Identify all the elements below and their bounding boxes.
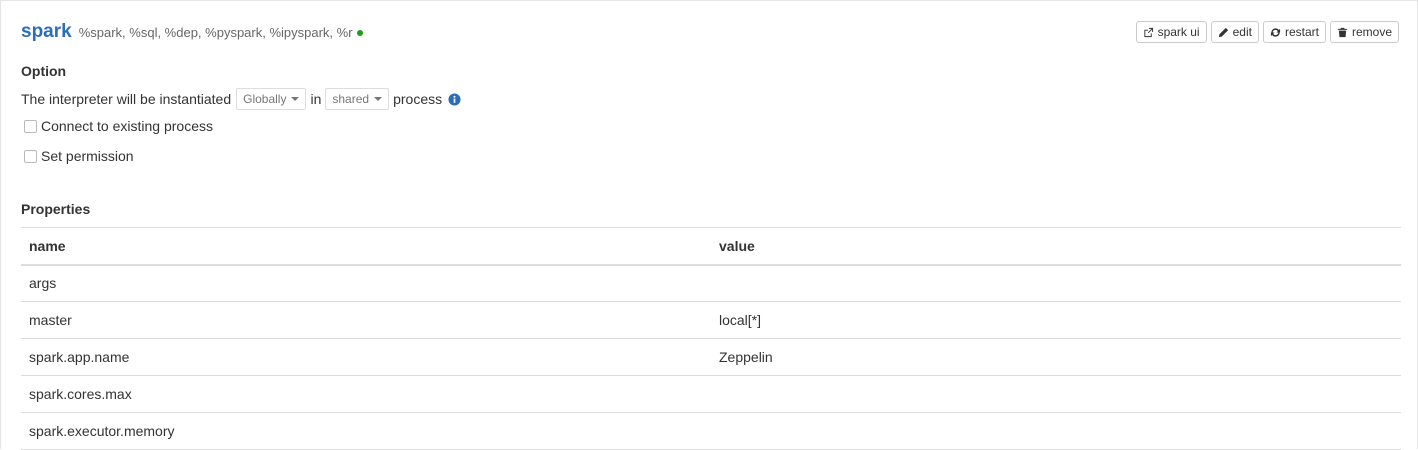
set-permission-option: Set permission [24,148,134,164]
property-name: master [21,301,711,339]
spark-ui-label: spark ui [1157,25,1200,39]
option-title: Option [21,63,67,79]
table-row: spark.executor.memory [21,412,1401,450]
process-mode-value: shared [332,92,370,106]
table-row: master local[*] [21,301,1401,339]
property-name: args [21,264,711,302]
property-value [711,412,1401,450]
restart-button[interactable]: restart [1262,21,1326,43]
trash-icon [1337,27,1348,37]
process-mode-dropdown[interactable]: shared [325,88,390,110]
process-text: process [393,91,443,107]
connect-existing-label: Connect to existing process [41,118,213,134]
column-header-value: value [711,227,1401,266]
connect-existing-option: Connect to existing process [24,118,213,134]
property-name: spark.app.name [21,338,711,376]
set-permission-label: Set permission [41,148,134,164]
table-header-row: name value [21,227,1401,266]
restart-label: restart [1284,25,1319,39]
edit-label: edit [1232,25,1252,39]
edit-button[interactable]: edit [1210,21,1259,43]
spark-ui-button[interactable]: spark ui [1135,21,1207,43]
properties-table: name value args master local[*] spark.ap… [21,227,1401,450]
connect-existing-checkbox[interactable] [24,119,37,133]
status-indicator-icon [356,30,363,36]
property-value [711,264,1401,302]
property-value [711,375,1401,413]
property-name: spark.executor.memory [21,412,711,450]
interpreter-actions: spark ui edit restart remove [1135,21,1399,43]
remove-label: remove [1351,25,1392,39]
set-permission-checkbox[interactable] [24,149,37,163]
refresh-icon [1270,27,1281,37]
table-row: spark.app.name Zeppelin [21,338,1401,376]
info-circle-icon[interactable] [448,92,461,106]
interpreter-name: spark [21,21,72,42]
instantiation-setting: The interpreter will be instantiated Glo… [21,88,461,110]
column-header-name: name [21,227,711,266]
table-row: spark.cores.max [21,375,1401,413]
pencil-icon [1218,27,1228,37]
scope-value: Globally [243,92,287,106]
chevron-down-icon [291,97,300,101]
chevron-down-icon [374,97,383,101]
interpreter-panel: spark %spark, %sql, %dep, %pyspark, %ipy… [0,0,1418,450]
interpreter-groups: %spark, %sql, %dep, %pyspark, %ipyspark,… [78,25,353,40]
scope-dropdown[interactable]: Globally [236,88,307,110]
property-value: Zeppelin [711,338,1401,376]
interpreter-header: spark %spark, %sql, %dep, %pyspark, %ipy… [21,21,363,43]
in-text: in [310,91,322,107]
property-name: spark.cores.max [21,375,711,413]
remove-button[interactable]: remove [1329,21,1399,43]
properties-title: Properties [21,201,91,217]
property-value: local[*] [711,301,1401,339]
external-link-icon [1143,27,1153,37]
table-row: args [21,264,1401,302]
instantiated-prefix-text: The interpreter will be instantiated [21,91,232,107]
